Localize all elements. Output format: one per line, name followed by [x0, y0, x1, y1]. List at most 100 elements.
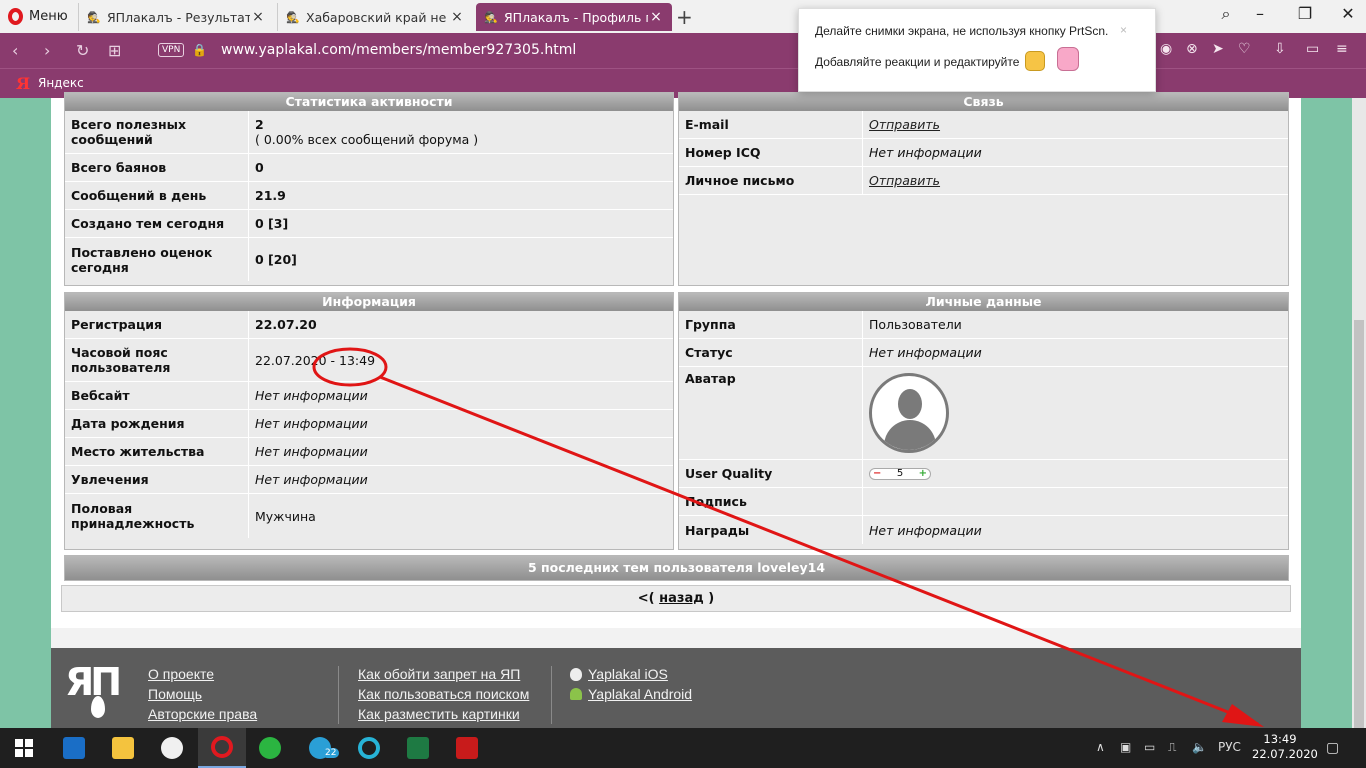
stats-key: Всего полезных сообщений	[65, 111, 249, 153]
tab-title: Хабаровский край не сдае	[306, 9, 449, 25]
taskbar-outlook[interactable]	[50, 728, 98, 768]
tray-network-icon[interactable]: ⎍	[1168, 740, 1176, 755]
ring-app-icon	[358, 737, 380, 759]
heart-icon[interactable]: ♡	[1238, 41, 1251, 57]
stats-value: 0 [20]	[255, 252, 297, 267]
taskbar-telegram[interactable]: 22	[296, 728, 344, 768]
tray-battery-icon[interactable]: ▭	[1144, 740, 1155, 754]
smile-emoji-icon	[1025, 51, 1045, 71]
search-tabs-icon[interactable]: ⌕	[1211, 4, 1241, 24]
incognito-icon: 🕵	[286, 10, 300, 24]
personal-key: Группа	[679, 311, 863, 338]
personal-row: Группа Пользователи	[679, 311, 1288, 339]
excel-icon	[407, 737, 429, 759]
avatar[interactable]	[869, 373, 949, 453]
contact-title: Связь	[679, 93, 1288, 111]
email-send-link[interactable]: Отправить	[863, 111, 1288, 138]
footer-link[interactable]: Как обойти запрет на ЯП	[358, 666, 529, 682]
restore-button[interactable]: ❐	[1290, 4, 1320, 23]
footer-link[interactable]: Как пользоваться поиском	[358, 686, 529, 702]
forward-arrow-icon[interactable]: ›	[44, 41, 50, 60]
tray-security-icon[interactable]: ▣	[1120, 740, 1131, 754]
camera-icon[interactable]: ◉	[1160, 41, 1172, 57]
info-key: Дата рождения	[65, 410, 249, 437]
info-value: Нет информации	[255, 388, 368, 403]
taskbar-excel[interactable]	[394, 728, 442, 768]
opera-menu-label: Меню	[29, 8, 68, 24]
download-icon[interactable]: ⇩	[1274, 41, 1286, 57]
send-icon[interactable]: ➤	[1212, 41, 1224, 57]
tab-close-icon[interactable]: ×	[250, 9, 266, 25]
back-arrow-icon[interactable]: ‹	[12, 41, 18, 60]
tab-profile[interactable]: 🕵 ЯПлакалъ - Профиль поль ×	[476, 3, 672, 31]
stats-panel: Статистика активности Всего полезных соо…	[64, 92, 674, 286]
close-window-button[interactable]: ✕	[1333, 4, 1363, 23]
taskbar-photos[interactable]	[148, 728, 196, 768]
footer-link[interactable]: Как разместить картинки	[358, 706, 529, 722]
taskbar-app-circle[interactable]	[345, 728, 393, 768]
tab-search-results[interactable]: 🕵 ЯПлакалъ - Результаты по ×	[78, 3, 274, 31]
footer-link[interactable]: Помощь	[148, 686, 257, 702]
personal-value: Нет информации	[869, 522, 982, 538]
personal-row: Награды Нет информации	[679, 516, 1288, 544]
taskbar-opera[interactable]	[198, 728, 246, 768]
info-row: Вебсайт Нет информации	[65, 382, 673, 410]
page-scrollbar[interactable]	[1352, 98, 1366, 728]
browser-tab-bar: Меню 🕵 ЯПлакалъ - Результаты по × 🕵 Хаба…	[0, 0, 1366, 33]
timezone-value: 22.07.2020 - 13:49	[255, 352, 376, 368]
personal-key: Аватар	[679, 367, 863, 459]
easy-setup-icon[interactable]: ≡	[1336, 41, 1348, 57]
taskbar-whatsapp[interactable]	[246, 728, 294, 768]
stats-key: Создано тем сегодня	[65, 210, 249, 237]
tab-khabarovsk[interactable]: 🕵 Хабаровский край не сдае ×	[277, 3, 473, 31]
contact-key: Личное письмо	[679, 167, 863, 194]
scrollbar-thumb[interactable]	[1354, 320, 1364, 728]
info-value: 22.07.20	[255, 317, 317, 332]
start-button[interactable]	[0, 728, 48, 768]
quality-minus-button[interactable]: −	[873, 466, 881, 481]
info-panel: Информация Регистрация 22.07.20 Часовой …	[64, 292, 674, 550]
info-key: Место жительства	[65, 438, 249, 465]
bookmark-yandex[interactable]: Яндекс	[38, 76, 84, 90]
android-app-link[interactable]: Yaplakal Android	[588, 686, 692, 702]
battery-icon[interactable]: ▭	[1306, 41, 1319, 57]
personal-value: Нет информации	[869, 345, 982, 360]
info-key: Регистрация	[65, 311, 249, 338]
tray-chevron-icon[interactable]: ∧	[1096, 740, 1105, 754]
stats-row: Всего баянов 0	[65, 154, 673, 182]
pm-send-link[interactable]: Отправить	[863, 167, 1288, 194]
back-link[interactable]: назад	[659, 591, 704, 606]
lock-icon[interactable]: 🔒	[192, 43, 207, 57]
stats-title: Статистика активности	[65, 93, 673, 111]
taskbar-explorer[interactable]	[99, 728, 147, 768]
notifications-icon[interactable]: ▢	[1326, 740, 1339, 756]
new-tab-button[interactable]: +	[676, 5, 693, 29]
tray-language[interactable]: РУС	[1218, 740, 1241, 754]
block-icon[interactable]: ⊗	[1186, 41, 1198, 57]
contact-value: Нет информации	[869, 145, 982, 160]
vpn-badge[interactable]: VPN	[158, 43, 185, 57]
yp-logo[interactable]: ЯП	[65, 663, 122, 701]
quality-plus-button[interactable]: +	[919, 466, 927, 481]
screenshot-tip-popup: Делайте снимки экрана, не используя кноп…	[798, 8, 1156, 92]
clock-date: 22.07.2020	[1252, 747, 1318, 761]
yandex-logo-icon: Я	[16, 74, 31, 93]
minimize-button[interactable]: –	[1245, 4, 1275, 23]
tab-close-icon[interactable]: ×	[449, 9, 465, 25]
taskbar-clock[interactable]: 13:49 22.07.2020	[1252, 732, 1318, 762]
tab-close-icon[interactable]: ×	[648, 9, 664, 25]
tab-title: ЯПлакалъ - Результаты по	[107, 9, 250, 25]
url-field[interactable]: www.yaplakal.com/members/member927305.ht…	[221, 42, 576, 58]
popup-close-icon[interactable]: ×	[1120, 23, 1127, 37]
footer-link[interactable]: О проекте	[148, 666, 257, 682]
reload-icon[interactable]: ↻	[76, 41, 89, 60]
tabs-grid-icon[interactable]: ⊞	[108, 41, 121, 60]
tray-volume-icon[interactable]: 🔈	[1192, 740, 1207, 754]
ios-app-link[interactable]: Yaplakal iOS	[588, 666, 668, 682]
footer-link[interactable]: Авторские права	[148, 706, 257, 722]
personal-key: Подпись	[679, 488, 863, 515]
opera-menu-button[interactable]: Меню	[8, 6, 68, 26]
site-footer: ЯП О проекте Помощь Авторские права Как …	[51, 648, 1301, 728]
footer-divider	[338, 666, 339, 724]
taskbar-acrobat[interactable]	[443, 728, 491, 768]
